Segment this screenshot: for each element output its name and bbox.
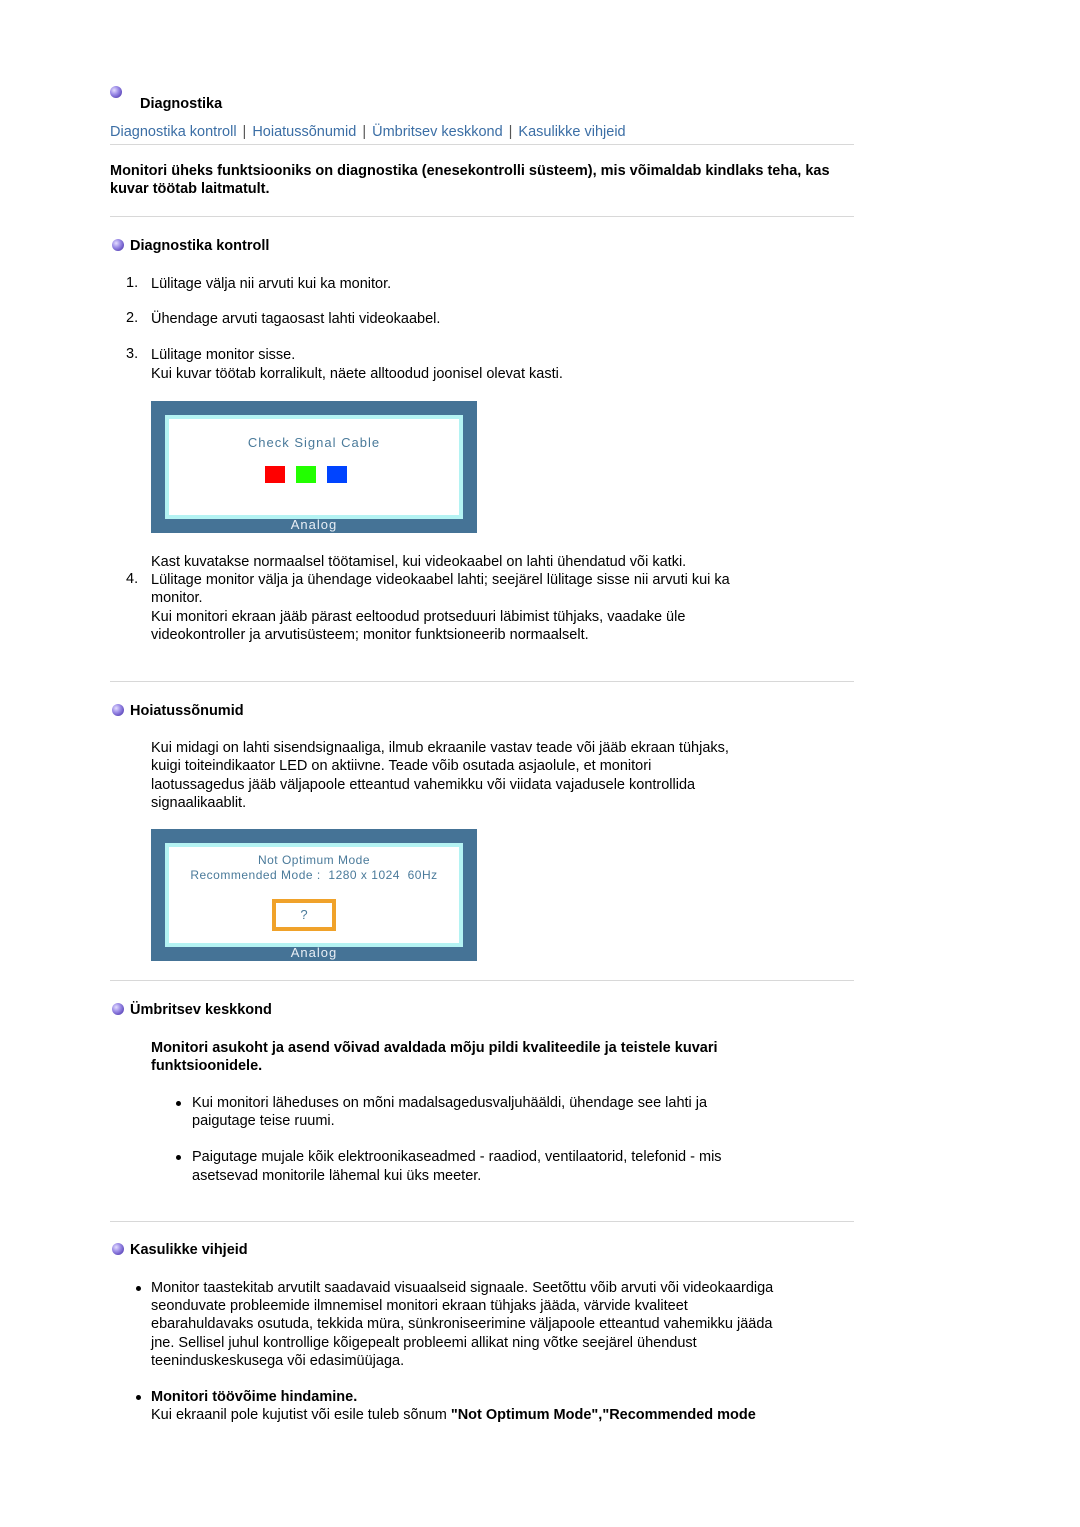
osd-line1: Not Optimum Mode: [257, 853, 371, 867]
divider: [110, 980, 854, 981]
section-heading-text: Diagnostika kontroll: [130, 238, 270, 254]
nav-link-umbritsev-keskkond[interactable]: Ümbritsev keskkond: [372, 124, 503, 140]
osd-not-optimum-image: Not Optimum Mode Recommended Mode : 1280…: [151, 829, 477, 961]
nav-link-kasulikke-vihjeid[interactable]: Kasulikke vihjeid: [518, 124, 625, 140]
nav-link-hoiatussonumid[interactable]: Hoiatussõnumid: [252, 124, 356, 140]
bullet-dot-icon: [176, 1155, 181, 1160]
step-text: Lülitage monitor välja ja ühendage video…: [151, 572, 730, 588]
step-extra-text: Kui kuvar töötab korralikult, näete allt…: [151, 366, 563, 382]
bullet-dot-icon: [136, 1286, 141, 1291]
tip-line: teeninduskeskusega või edasimüüjaga.: [151, 1353, 405, 1369]
tip-text: Kui ekraanil pole kujutist või esile tul…: [151, 1406, 756, 1425]
osd-line2: Recommended Mode : 1280 x 1024 60Hz: [190, 868, 438, 882]
bullet-text: asetsevad monitorile lähemal kui üks mee…: [192, 1168, 482, 1184]
page-title-text: Diagnostika: [140, 96, 223, 112]
section-nav: Diagnostika kontroll | Hoiatussõnumid | Ümbr…: [110, 124, 854, 145]
bullet-text: Paigutage mujale kõik elektroonikaseadme…: [192, 1149, 722, 1165]
step-text: monitor.: [151, 590, 203, 606]
after-image-text: Kast kuvatakse normaalsel töötamisel, ku…: [151, 554, 687, 570]
osd-footer: Analog: [290, 945, 338, 960]
osd-screen: Check Signal Cable: [165, 415, 463, 519]
step-text: Lülitage monitor sisse.: [151, 347, 296, 363]
step-number: 4.: [126, 571, 139, 587]
blue-square: [327, 466, 347, 483]
tip-line: ebarahuldavaks osutuda, tekkida müra, sü…: [151, 1316, 773, 1332]
bullet-ball-icon: [112, 704, 124, 716]
osd-check-signal-image: Check Signal Cable Analog: [151, 401, 477, 533]
nav-separator: |: [508, 124, 513, 140]
divider: [110, 1221, 854, 1222]
bullet-ball-icon: [112, 1003, 124, 1015]
section-heading-text: Kasulikke vihjeid: [130, 1242, 248, 1258]
green-square: [296, 466, 316, 483]
bullet-ball-icon: [110, 86, 122, 98]
bullet-ball-icon: [112, 239, 124, 251]
osd-footer: Analog: [290, 517, 338, 532]
osd-help-box: ?: [272, 899, 336, 931]
tip-title: Monitori töövõime hindamine.: [151, 1389, 358, 1405]
step-number: 1.: [126, 275, 139, 291]
section-heading-text: Hoiatussõnumid: [130, 703, 244, 719]
section-heading-hoiatussonumid: Hoiatussõnumid: [112, 703, 244, 719]
step-text: Lülitage välja nii arvuti kui ka monitor…: [151, 276, 392, 292]
bullet-dot-icon: [136, 1395, 141, 1400]
intro-text: Monitori üheks funktsiooniks on diagnost…: [110, 163, 830, 197]
paragraph-line: signaalikaablit.: [151, 795, 247, 811]
osd-message: Check Signal Cable: [247, 435, 381, 450]
osd-screen: Not Optimum Mode Recommended Mode : 1280…: [165, 843, 463, 947]
divider: [110, 681, 854, 682]
step-extra-text: videokontroller ja arvutisüsteem; monito…: [151, 627, 589, 643]
section-heading-diagnostika-kontroll: Diagnostika kontroll: [112, 238, 269, 254]
nav-separator: |: [242, 124, 247, 140]
bullet-text: Kui monitori läheduses on mõni madalsage…: [192, 1095, 708, 1111]
paragraph-line: Kui midagi on lahti sisendsignaaliga, il…: [151, 740, 729, 756]
step-extra-text: Kui monitori ekraan jääb pärast eeltoodu…: [151, 609, 686, 625]
tip-line: jne. Sellisel juhul kontrollige kõigepea…: [151, 1335, 697, 1351]
red-square: [265, 466, 285, 483]
tip-text-bold: "Not Optimum Mode","Recommended mode: [450, 1407, 756, 1423]
paragraph-line: kuigi toiteindikaator LED on aktiivne. T…: [151, 758, 652, 774]
bullet-ball-icon: [112, 1243, 124, 1255]
step-number: 3.: [126, 346, 139, 362]
section-heading-text: Ümbritsev keskkond: [130, 1002, 272, 1018]
nav-link-diagnostika-kontroll[interactable]: Diagnostika kontroll: [110, 124, 237, 140]
tip-text-plain: Kui ekraanil pole kujutist või esile tul…: [151, 1407, 451, 1423]
tip-line: Monitor taastekitab arvutilt saadavaid v…: [151, 1280, 774, 1296]
lead-text: funktsioonidele.: [151, 1058, 263, 1074]
section-heading-umbritsev-keskkond: Ümbritsev keskkond: [112, 1002, 272, 1018]
bullet-dot-icon: [176, 1101, 181, 1106]
step-number: 2.: [126, 310, 139, 326]
section-heading-kasulikke-vihjeid: Kasulikke vihjeid: [112, 1242, 248, 1258]
lead-text: Monitori asukoht ja asend võivad avaldad…: [151, 1040, 718, 1056]
divider: [110, 216, 854, 217]
nav-separator: |: [362, 124, 367, 140]
bullet-text: paigutage teise ruumi.: [192, 1113, 335, 1129]
step-text: Ühendage arvuti tagaosast lahti videokaa…: [151, 311, 441, 327]
paragraph-line: laotussagedus jääb väljapoole etteantud …: [151, 777, 696, 793]
tip-line: seonduvate probleemide ilmnemisel monito…: [151, 1298, 688, 1314]
